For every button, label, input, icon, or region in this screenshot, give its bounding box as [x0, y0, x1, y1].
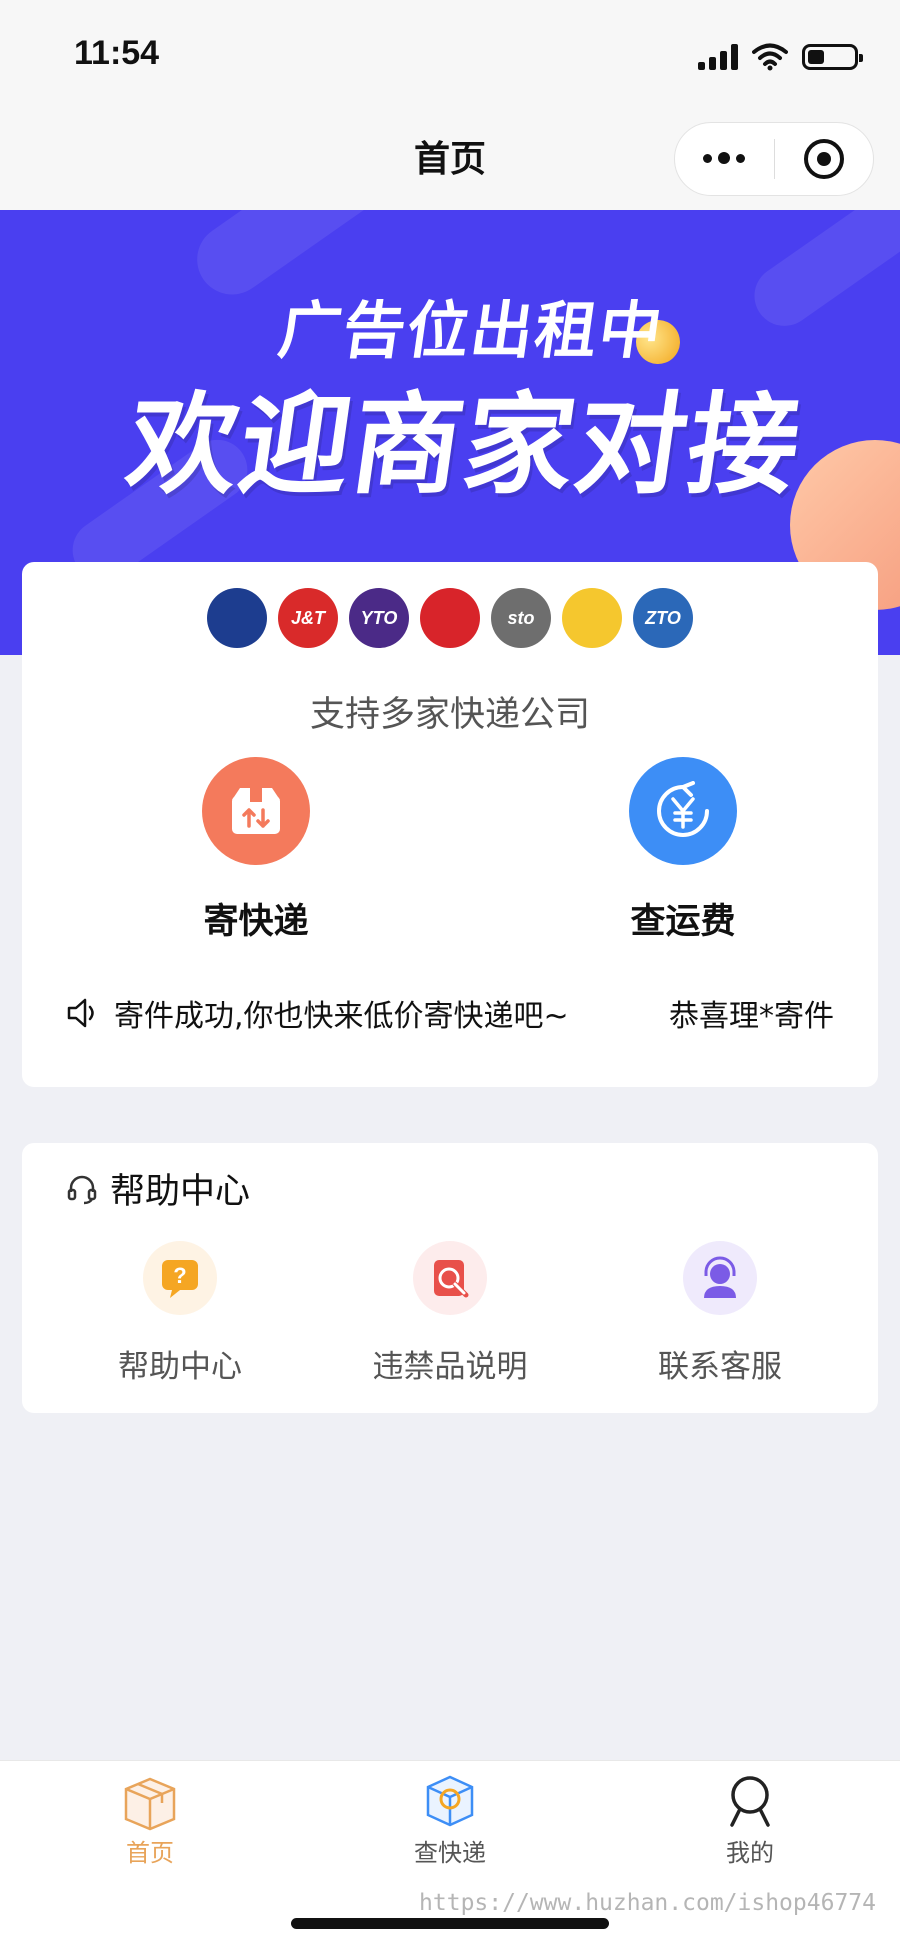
status-time: 11:54 — [74, 34, 160, 72]
headset-icon — [67, 1175, 97, 1204]
status-icons — [698, 40, 863, 74]
tab-track[interactable]: 查快递 — [370, 1771, 530, 1868]
home-indicator[interactable] — [291, 1918, 609, 1929]
contact-service-label: 联系客服 — [658, 1349, 782, 1385]
watermark: https://www.huzhan.com/ishop46774 — [419, 1890, 876, 1916]
signal-icon — [698, 44, 738, 70]
prohibited-icon — [413, 1241, 487, 1315]
check-rate-button[interactable]: 查运费 — [573, 757, 793, 944]
help-header: 帮助中心 — [66, 1163, 250, 1214]
ticker-message: 寄件成功,你也快来低价寄快递吧~ — [114, 999, 569, 1034]
user-icon — [730, 1776, 770, 1827]
sto-express-logo-icon: sto — [491, 588, 551, 648]
notice-ticker: 寄件成功,你也快来低价寄快递吧~ 恭喜理*寄件 — [66, 990, 834, 1036]
tab-mine[interactable]: 我的 — [670, 1771, 830, 1868]
yunda-express-logo-icon — [562, 588, 622, 648]
tab-home-label: 首页 — [126, 1839, 174, 1867]
jt-express-logo-icon: J&T — [278, 588, 338, 648]
wifi-icon — [752, 43, 788, 71]
support-text: 支持多家快递公司 — [309, 695, 590, 735]
svg-text:?: ? — [173, 1263, 186, 1288]
cube-search-icon — [426, 1775, 474, 1827]
send-express-button[interactable]: 寄快递 — [146, 757, 366, 944]
top-bar: 11:54 首页 — [0, 0, 900, 210]
help-center-label: 帮助中心 — [118, 1349, 242, 1385]
yuan-refresh-icon — [629, 757, 737, 865]
carrier-logos: J&T YTO sto ZTO — [22, 588, 878, 648]
miniprogram-capsule — [674, 122, 874, 196]
close-button[interactable] — [775, 139, 874, 179]
question-icon: ? — [143, 1241, 217, 1315]
banner-slogan: 欢迎商家对接 — [119, 381, 810, 509]
post-express-logo-icon — [207, 588, 267, 648]
tab-home[interactable]: 首页 — [70, 1771, 230, 1868]
more-button[interactable] — [675, 152, 774, 165]
contact-service-button[interactable]: 联系客服 — [610, 1241, 830, 1386]
tab-mine-label: 我的 — [726, 1839, 774, 1867]
speaker-icon — [67, 998, 94, 1028]
check-rate-label: 查运费 — [630, 902, 736, 942]
prohibited-items-label: 违禁品说明 — [372, 1349, 528, 1385]
ticker-message-next: 恭喜理*寄件 — [669, 999, 834, 1034]
help-center-button[interactable]: ? 帮助中心 — [70, 1241, 290, 1386]
tab-track-label: 查快递 — [414, 1839, 486, 1867]
help-title: 帮助中心 — [110, 1172, 251, 1212]
package-icon — [202, 757, 310, 865]
service-card: J&T YTO sto ZTO 支持多家快递公司 寄快递 查运费 寄件成功,你也… — [22, 562, 878, 1087]
send-express-label: 寄快递 — [203, 902, 309, 942]
zto-express-logo-icon: ZTO — [633, 588, 693, 648]
help-card: 帮助中心 ? 帮助中心 违禁品说明 联系客服 — [22, 1143, 878, 1413]
battery-icon — [802, 44, 863, 70]
package-box-icon — [124, 1777, 176, 1831]
yto-express-logo-icon: YTO — [349, 588, 409, 648]
customer-service-icon — [683, 1241, 757, 1315]
best-express-logo-icon — [420, 588, 480, 648]
target-icon — [803, 139, 844, 179]
prohibited-items-button[interactable]: 违禁品说明 — [340, 1241, 560, 1386]
